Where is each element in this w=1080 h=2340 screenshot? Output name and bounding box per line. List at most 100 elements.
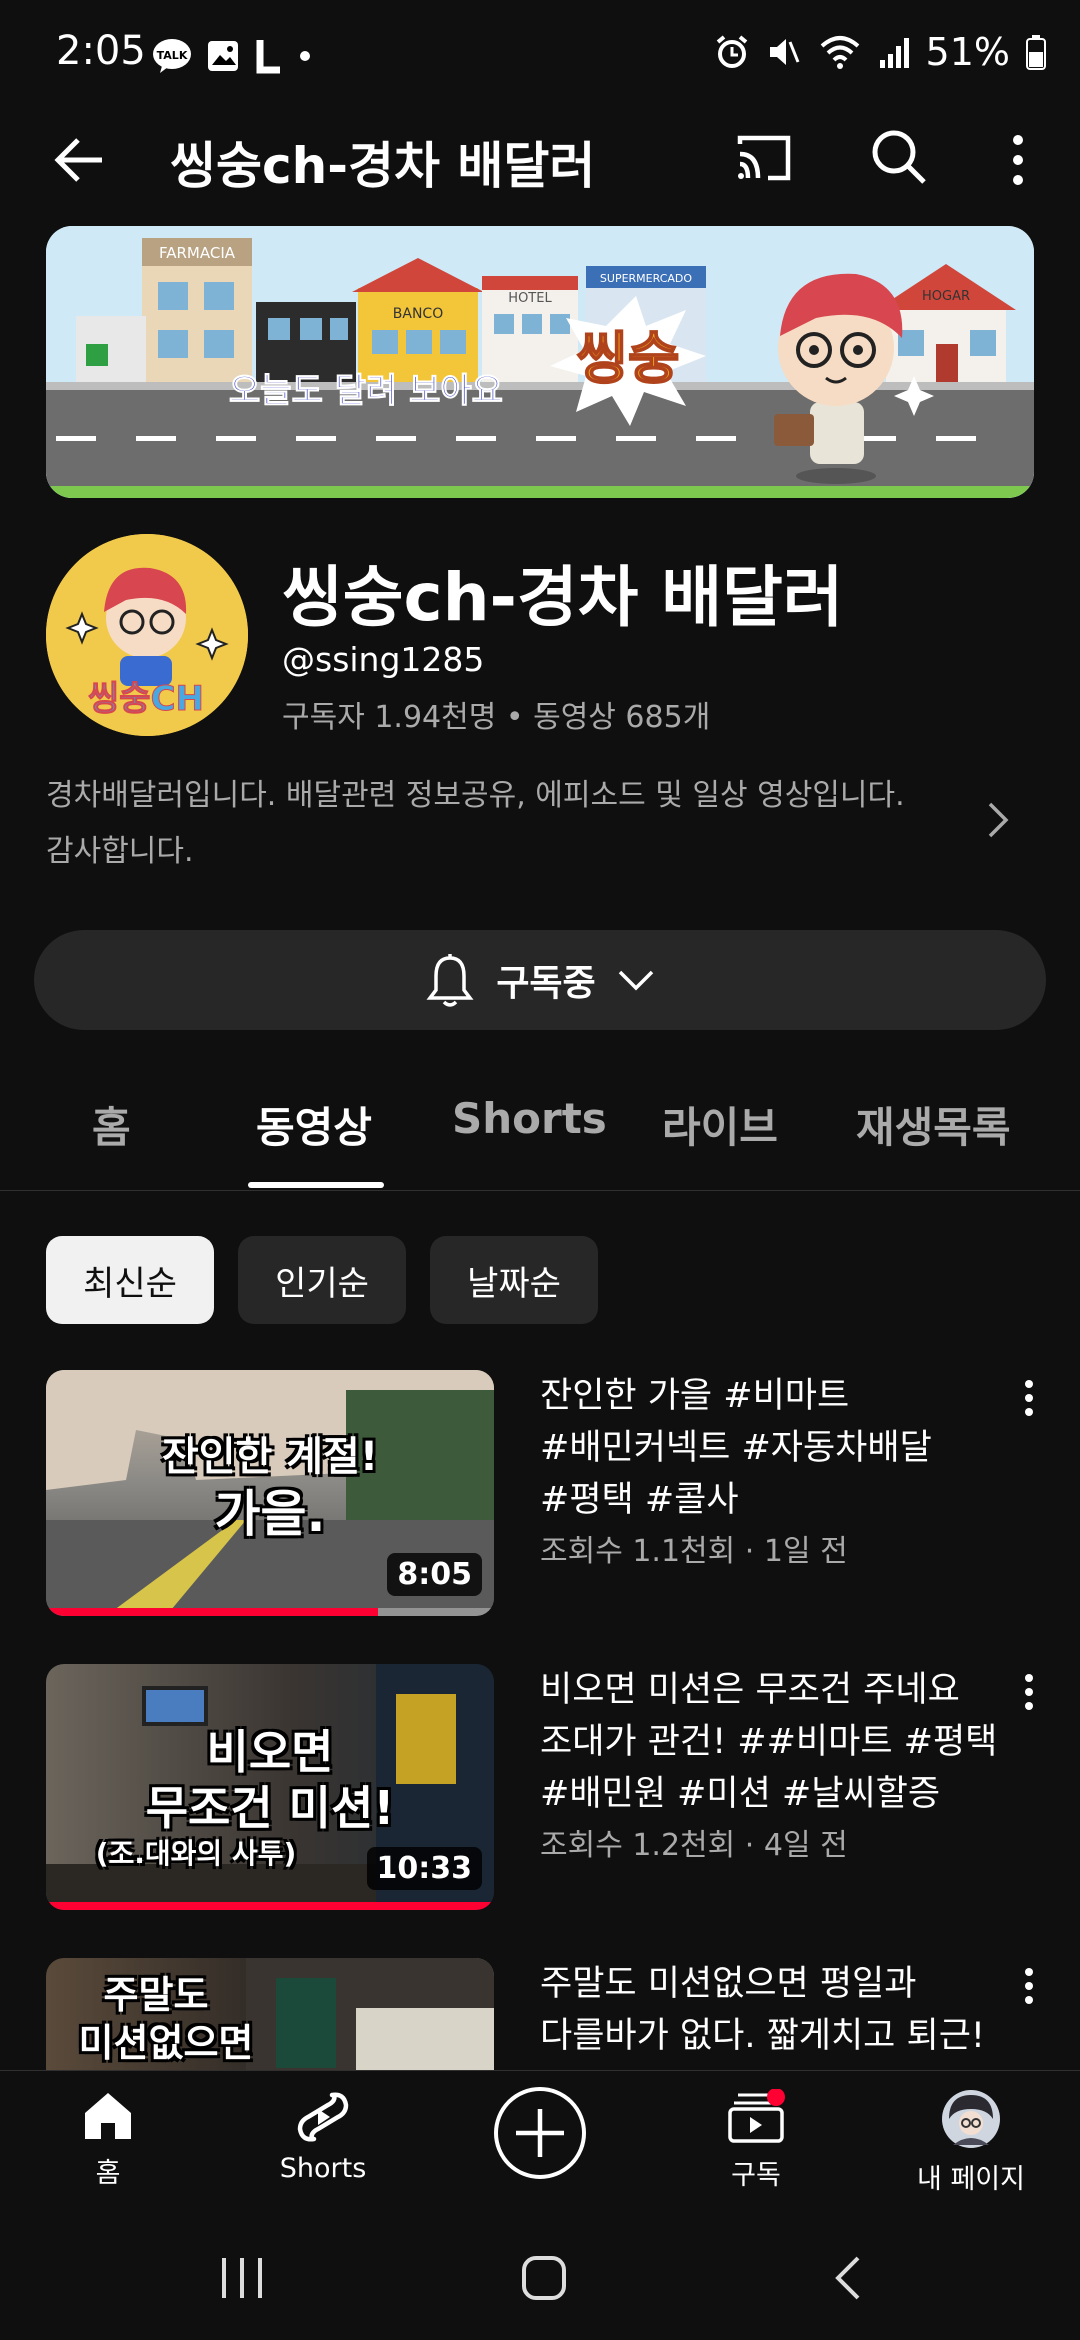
more-vert-icon [1025,1380,1033,1416]
tab-videos[interactable]: 동영상 [256,1094,372,1155]
video-meta: 조회수 1.1천회 · 1일 전 [540,1534,848,1569]
battery-icon [1026,35,1046,70]
home-icon [85,2093,131,2139]
back-system-button[interactable] [832,2254,864,2302]
watch-progress [46,1902,494,1910]
banner-sign-farmacia: FARMACIA [159,244,236,262]
banner-art: FARMACIA BANCO HOTEL SUPERMERCADO HOGAR … [46,226,1034,498]
nav-label: 구독 [731,2160,781,2191]
chip-oldest[interactable]: 날짜순 [430,1236,598,1324]
banner-sign-hogar: HOGAR [922,289,970,304]
description-line: 경차배달러입니다. 배달관련 정보공유, 에피소드 및 일상 영상입니다. [46,778,905,813]
back-button[interactable] [52,132,108,188]
tab-shorts[interactable]: Shorts [452,1094,607,1143]
battery-percent: 51% [925,30,1010,74]
search-button[interactable] [870,128,928,186]
video-title[interactable]: 비오면 미션은 무조건 주네요 조대가 관건! ##비마트 #평택 #배민원 #… [540,1664,1010,1820]
thumbnail-caption: (조.대와의 사투) [95,1837,297,1870]
nav-shorts[interactable]: Shorts [268,2089,378,2184]
bell-icon [426,954,474,1007]
tab-live[interactable]: 라이브 [662,1094,778,1155]
back-arrow-icon [54,138,102,182]
thumbnail-caption: 주말도 [103,1973,209,2017]
chip-latest[interactable]: 최신순 [46,1236,214,1324]
search-icon [872,130,926,184]
thumbnail-caption: 무조건 미션! [145,1781,395,1835]
title-line: 주말도 미션없으면 평일과 [540,1964,917,2004]
subscriptions-icon [728,2089,785,2143]
description-more-button[interactable] [986,800,1010,840]
nav-my-page[interactable]: 내 페이지 [906,2089,1036,2196]
title-line: #배민원 #미션 #날씨할증 [540,1774,941,1814]
tab-home[interactable]: 홈 [92,1094,131,1155]
watch-progress [46,1608,494,1616]
dot-icon [300,51,310,61]
nav-home[interactable]: 홈 [58,2089,158,2190]
chevron-right-icon [988,802,1009,838]
notification-icons: TALK [152,38,312,74]
title-line: 조대가 관건! ##비마트 #평택 [540,1722,998,1762]
thumbnail-caption: 가을. [214,1485,326,1543]
banner-slogan: 오늘도 달려 보아요 [229,371,503,411]
video-duration: 8:05 [387,1553,482,1596]
avatar-art: 씽숭CH [46,534,248,736]
page-title: 씽숭ch-경차 배달러 [170,137,596,195]
video-title[interactable]: 주말도 미션없으면 평일과 다를바가 없다. 짧게치고 퇴근! [540,1958,1010,2062]
video-more-button[interactable] [1022,1378,1036,1418]
back-chevron-icon [835,2256,860,2300]
talk-icon: TALK [153,39,191,73]
nav-label: 홈 [95,2158,121,2189]
bottom-navigation: 홈 Shorts 구독 내 페이지 [0,2070,1080,2211]
video-more-button[interactable] [1022,1672,1036,1712]
channel-avatar[interactable]: 씽숭CH [46,534,248,736]
channel-tabs: 홈 동영상 Shorts 라이브 재생목록 [0,1074,1080,1191]
nav-label: Shorts [279,2153,367,2184]
title-line: #평택 #콜사 [540,1480,739,1520]
channel-stats: 구독자 1.94천명 • 동영상 685개 [282,700,711,735]
video-thumbnail[interactable]: 주말도 미션없으면 [46,1958,494,2070]
line-l-icon [256,40,280,74]
video-title[interactable]: 잔인한 가을 #비마트 #배민커넥트 #자동차배달 #평택 #콜사 [540,1370,1010,1526]
svg-text:TALK: TALK [157,49,188,62]
more-vert-icon [1025,1968,1033,2004]
thumbnail-caption: 미션없으면 [78,2021,254,2065]
more-options-button[interactable] [1004,132,1032,188]
home-system-button[interactable] [520,2254,568,2302]
alarm-icon [716,35,747,68]
video-thumbnail[interactable]: 비오면 무조건 미션! (조.대와의 사투) 10:33 [46,1664,494,1910]
banner-sign-hotel: HOTEL [508,291,552,306]
title-line: #배민커넥트 #자동차배달 [540,1428,932,1468]
subscribed-button[interactable]: 구독중 [34,930,1046,1030]
active-tab-indicator [248,1182,384,1188]
chip-popular[interactable]: 인기순 [238,1236,406,1324]
channel-description[interactable]: 경차배달러입니다. 배달관련 정보공유, 에피소드 및 일상 영상입니다. 감사… [46,768,946,880]
create-plus-icon [494,2087,586,2179]
banner-sign-banco: BANCO [393,306,443,322]
cast-button[interactable] [734,130,794,186]
more-vert-icon [1025,1674,1033,1710]
channel-name: 씽숭ch-경차 배달러 [282,559,844,636]
title-line: 잔인한 가을 #비마트 [540,1376,850,1416]
chevron-down-icon [618,970,653,991]
status-time: 2:05 [56,28,146,74]
system-status: 51% [714,30,1046,74]
banner-logo: 씽숭 [576,327,679,392]
watch-progress-fill [46,1902,494,1910]
channel-banner: FARMACIA BANCO HOTEL SUPERMERCADO HOGAR … [46,226,1034,498]
video-meta: 조회수 1.2천회 · 4일 전 [540,1828,848,1863]
avatar-text: 씽숭CH [88,679,204,719]
video-more-button[interactable] [1022,1966,1036,2006]
title-line: 다를바가 없다. 짧게치고 퇴근! [540,2016,985,2056]
tab-playlists[interactable]: 재생목록 [856,1094,1011,1155]
nav-subscriptions[interactable]: 구독 [706,2089,806,2192]
profile-avatar-icon [942,2090,1000,2148]
more-vert-icon [1013,135,1023,185]
description-line: 감사합니다. [46,834,194,869]
video-thumbnail[interactable]: 잔인한 계절! 가을. 8:05 [46,1370,494,1616]
home-square-icon [522,2256,566,2300]
recent-apps-button[interactable] [218,2256,266,2300]
gallery-icon [208,41,238,71]
banner-sign-supermercado: SUPERMERCADO [600,272,692,285]
nav-create[interactable] [492,2085,588,2181]
recent-apps-icon [222,2258,262,2298]
